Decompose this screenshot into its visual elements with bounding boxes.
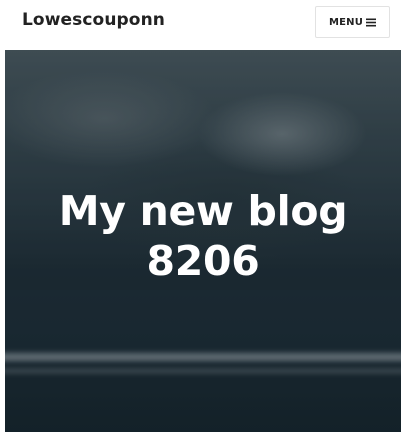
hero-title-line-2: 8206 xyxy=(146,237,260,285)
menu-label: MENU xyxy=(328,16,364,28)
site-title-link[interactable]: Lowescouponn xyxy=(22,10,165,30)
hero-banner: My new blog 8206 xyxy=(5,50,401,432)
hamburger-icon xyxy=(366,18,377,26)
menu-button[interactable]: MENU xyxy=(315,6,390,38)
hero-title: My new blog 8206 xyxy=(5,186,401,286)
site-header: Lowescouponn MENU xyxy=(0,0,401,48)
hero-title-line-1: My new blog xyxy=(58,187,348,235)
page: Lowescouponn MENU My new blog 8206 xyxy=(0,0,401,432)
